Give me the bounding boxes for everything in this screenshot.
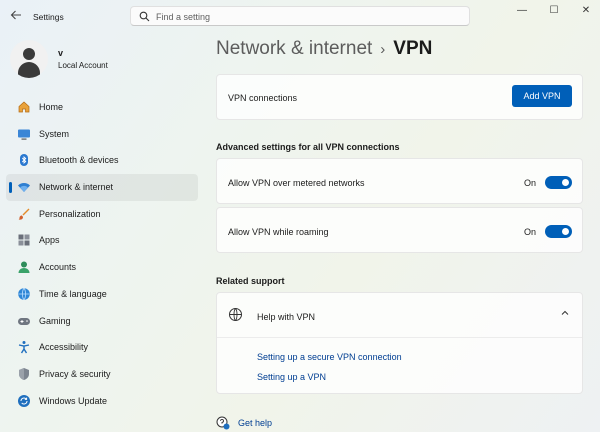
sidebar-item-label: Bluetooth & devices [39,155,119,166]
sidebar-item-label: Time & language [39,288,107,299]
sidebar-item-label: Windows Update [39,395,108,406]
selection-indicator [9,182,12,194]
sidebar-item-home[interactable]: Home [6,94,198,121]
breadcrumb-separator: › [380,41,386,58]
sidebar-item-label: Accessibility [39,342,89,353]
vpn-connections-card: VPN connections Add VPN [216,74,583,120]
sidebar-item-label: Accounts [39,262,77,273]
help-title: Help with VPN [257,312,316,322]
avatar [10,40,48,78]
vpn-connections-label: VPN connections [228,93,298,103]
accessibility-icon [17,340,31,354]
title-bar: Settings — ☐ ✕ [0,0,600,34]
app-title: Settings [33,12,64,22]
sidebar-item-label: Privacy & security [39,368,111,379]
update-icon [17,394,31,408]
roaming-card: Allow VPN while roaming On [216,207,583,253]
sidebar-item-label: Gaming [39,315,71,326]
sidebar-item-network[interactable]: Network & internet [6,174,198,201]
sidebar-item-windows-update[interactable]: Windows Update [6,388,198,415]
sidebar-item-apps[interactable]: Apps [6,227,198,254]
get-help-icon [216,416,230,430]
sidebar-item-label: Apps [39,235,60,246]
toggle-state-label: On [523,227,536,237]
divider [217,337,582,338]
setting-label: Allow VPN over metered networks [228,178,365,188]
sidebar-item-time-language[interactable]: Time & language [6,281,198,308]
sidebar-item-accounts[interactable]: Accounts [6,254,198,281]
metered-networks-card: Allow VPN over metered networks On [216,158,583,204]
back-button[interactable] [8,9,24,25]
sidebar-nav: Home System Bluetooth & devices Network … [6,94,198,414]
advanced-settings-heading: Advanced settings for all VPN connection… [216,142,400,152]
sidebar-item-gaming[interactable]: Gaming [6,308,198,335]
sidebar-item-label: System [39,128,70,139]
system-icon [17,127,31,141]
search-box[interactable] [130,6,470,26]
add-vpn-button[interactable]: Add VPN [512,85,572,107]
roaming-toggle[interactable] [545,225,572,238]
link-secure-vpn-connection[interactable]: Setting up a secure VPN connection [257,352,402,362]
sidebar-item-privacy-security[interactable]: Privacy & security [6,361,198,388]
brush-icon [17,207,31,221]
home-icon [17,100,31,114]
arrow-left-icon [10,10,21,20]
account-type: Local Account [58,61,108,70]
user-profile[interactable]: v Local Account [10,40,190,80]
chevron-up-icon[interactable] [560,308,570,318]
globe-icon [229,308,242,321]
maximize-button[interactable]: ☐ [544,4,564,18]
page-title: VPN [393,38,433,59]
close-button[interactable]: ✕ [576,4,596,18]
get-help-label: Get help [238,418,273,428]
wifi-icon [17,180,31,194]
sidebar-item-bluetooth[interactable]: Bluetooth & devices [6,147,198,174]
sidebar-item-accessibility[interactable]: Accessibility [6,334,198,361]
sidebar-item-personalization[interactable]: Personalization [6,201,198,228]
breadcrumb-parent[interactable]: Network & internet [216,38,372,59]
metered-networks-toggle[interactable] [545,176,572,189]
minimize-button[interactable]: — [512,4,532,18]
accounts-icon [17,260,31,274]
sidebar-item-system[interactable]: System [6,121,198,148]
breadcrumb: Network & internet › VPN [216,38,432,60]
sidebar-item-label: Home [39,102,64,112]
globe-icon [17,287,31,301]
gamepad-icon [17,314,31,328]
scrollbar[interactable] [592,50,594,400]
user-name: v [58,48,64,58]
sidebar-item-label: Network & internet [39,182,114,193]
setting-label: Allow VPN while roaming [228,227,329,237]
search-icon [139,11,150,22]
help-header[interactable]: Help with VPN [217,293,582,337]
help-card: Help with VPN Setting up a secure VPN co… [216,292,583,394]
link-setting-up-vpn[interactable]: Setting up a VPN [257,372,326,382]
apps-icon [17,233,31,247]
sidebar-item-label: Personalization [39,208,101,219]
shield-icon [17,367,31,381]
bluetooth-icon [17,153,31,167]
search-input[interactable] [156,10,456,23]
related-support-heading: Related support [216,276,285,286]
toggle-state-label: On [523,178,536,188]
